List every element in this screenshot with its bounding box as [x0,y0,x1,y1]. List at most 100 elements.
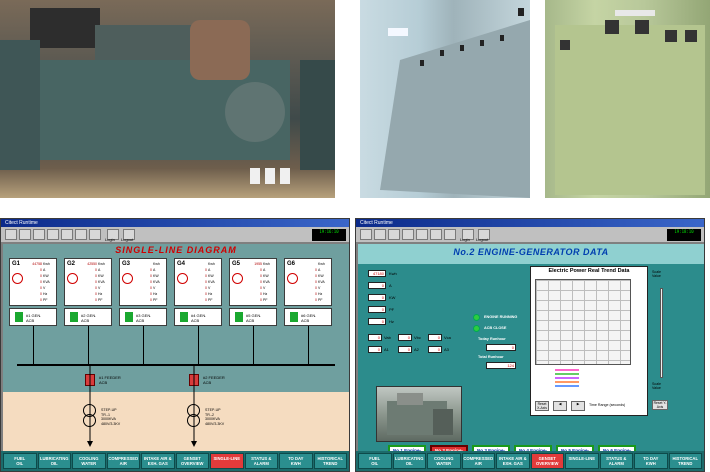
engine-running-led [473,314,480,321]
switchboard-photo-1 [360,0,530,198]
report-icon[interactable] [416,229,428,240]
window-title: Citect Runtime [1,219,349,227]
nav-button-intake-air-exh-gas[interactable]: INTAKE AIR & EXH. GAS [141,453,175,469]
menu-icon[interactable] [430,229,442,240]
measurement-value: 0 [368,282,386,289]
nav-button-genset-overview[interactable]: GENSET OVERVIEW [530,453,564,469]
current-label: A1 [384,347,389,352]
nav-button-status-alarm[interactable]: STATUS & ALARM [244,453,278,469]
engine-generator-data-window: Citect Runtime Login Logout 19:18:10 No.… [355,218,705,472]
single-line-diagram-window: Citect Runtime Login Logout 19:16:10 SIN… [0,218,350,472]
trend-plot-area[interactable] [535,279,631,365]
nav-button-single-line[interactable]: SINGLE-LINE [210,453,244,469]
clock-display: 19:16:10 [312,229,346,241]
transformer-2-icon [187,404,201,430]
nav-button-compressed-air[interactable]: COMPRESSED AIR [106,453,140,469]
voltage-label: Vab [384,335,391,340]
home-icon[interactable] [5,229,17,240]
window-title: Citect Runtime [356,219,704,227]
print-icon[interactable] [33,229,45,240]
scroll-right-button[interactable]: ▶ [571,401,585,411]
measurement-value: 47180 [368,270,386,277]
report-icon[interactable] [61,229,73,240]
measurement-value: 0 [368,318,386,325]
nav-button-to-day-kwh[interactable]: TO DAY KWH [279,453,313,469]
navigation-bar: FUEL OIL LUBRICATING OIL COOLING WATER COMP… [1,451,349,471]
transformer-1-icon [83,404,97,430]
measurement-unit: PF [389,307,395,312]
login-label[interactable]: Login [105,237,115,242]
nav-button-genset-overview[interactable]: GENSET OVERVIEW [175,453,209,469]
page-header: No.2 ENGINE-GENERATOR DATA [358,244,704,264]
scroll-left-button[interactable]: ◀ [553,401,567,411]
toolbar: Login Logout 19:18:10 [356,227,704,243]
alarm-icon[interactable] [19,229,31,240]
measurement-value: 0 [368,306,386,313]
camera-icon[interactable] [444,229,456,240]
time-range-label: Time Range (seconds) [589,403,626,407]
today-runhour-value: 0 [486,344,516,351]
switchboard-photo-2 [545,0,710,198]
engine-photo [0,0,335,198]
nav-button-to-day-kwh[interactable]: TO DAY KWH [634,453,668,469]
measurement-unit: Kwh [389,271,397,276]
trend-scale-panel: Scale Value Scale Value Reset Y-Axis [650,266,698,416]
voltage-label: Vbc [414,335,421,340]
logout-label[interactable]: Logout [476,237,488,242]
engine-data-panel: 47180 Kwh 0 A 0 KW 0 PF 0 Hz 0 Vab 0 Vbc 0 Vca 0 A1 0 A2 0 A3… [358,264,704,462]
connection-lines [87,366,197,447]
engine-running-label: ENGINE RUNNING [484,315,518,319]
toolbar: Login Logout 19:16:10 [1,227,349,243]
print-icon[interactable] [388,229,400,240]
measurement-value: 0 [368,294,386,301]
nav-button-compressed-air[interactable]: COMPRESSED AIR [461,453,495,469]
navigation-bar: FUEL OIL LUBRICATING OIL COOLING WATER COMP… [356,451,704,471]
nav-button-fuel-oil[interactable]: FUEL OIL [3,453,37,469]
nav-button-cooling-water[interactable]: COOLING WATER [427,453,461,469]
transformer-2-label: STEP-UP TR.-2 3000KVA 480V/3.3KV [205,408,225,426]
camera-icon[interactable] [89,229,101,240]
login-label[interactable]: Login [460,237,470,242]
trend-icon[interactable] [402,229,414,240]
trend-legend [555,369,579,387]
trend-icon[interactable] [47,229,59,240]
nav-button-historical-trend[interactable]: HISTORICAL TREND [313,453,347,469]
current-label: A3 [444,347,449,352]
single-line-diagram: SINGLE-LINE DIAGRAM G1 44758Kwh 0A 0KW 0KVA 0… [3,244,349,453]
clock-display: 19:18:10 [667,229,701,241]
scale-bottom-label: Scale Value [652,382,661,390]
nav-button-cooling-water[interactable]: COOLING WATER [72,453,106,469]
voltage-value: 0 [368,334,382,341]
voltage-label: Vca [444,335,451,340]
acb-close-label: ACB CLOSE [484,326,507,330]
trend-title: Electric Power Real Trend Data [548,268,630,274]
scale-slider[interactable] [660,288,663,378]
nav-button-lubricating-oil[interactable]: LUBRICATING OIL [392,453,426,469]
nav-button-historical-trend[interactable]: HISTORICAL TREND [668,453,702,469]
logout-label[interactable]: Logout [121,237,133,242]
nav-button-intake-air-exh-gas[interactable]: INTAKE AIR & EXH. GAS [496,453,530,469]
menu-icon[interactable] [75,229,87,240]
current-label: A2 [414,347,419,352]
total-runhour-value: 124 [486,362,516,369]
reset-y-axis-button[interactable]: Reset Y-Axis [652,400,668,410]
measurement-unit: KW [389,295,396,300]
nav-button-lubricating-oil[interactable]: LUBRICATING OIL [37,453,71,469]
page-title: No.2 ENGINE-GENERATOR DATA [453,247,609,257]
voltage-value: 0 [398,334,412,341]
alarm-icon[interactable] [374,229,386,240]
today-runhour-label: Today Runhour [478,337,506,341]
scale-top-label: Scale Value [652,270,661,278]
nav-button-fuel-oil[interactable]: FUEL OIL [358,453,392,469]
measurement-unit: A [389,283,392,288]
measurement-unit: Hz [389,319,394,324]
nav-button-single-line[interactable]: SINGLE-LINE [565,453,599,469]
generator-photo [376,386,462,442]
home-icon[interactable] [360,229,372,240]
current-value: 0 [428,346,442,353]
reset-x-axis-button[interactable]: Reset X-Axis [535,401,549,411]
trend-chart[interactable]: Electric Power Real Trend Data Reset X-A… [530,266,648,416]
nav-button-status-alarm[interactable]: STATUS & ALARM [599,453,633,469]
transformer-1-label: STEP-UP TR.-1 3000KVA 480V/3.3KV [101,408,121,426]
current-value: 0 [368,346,382,353]
